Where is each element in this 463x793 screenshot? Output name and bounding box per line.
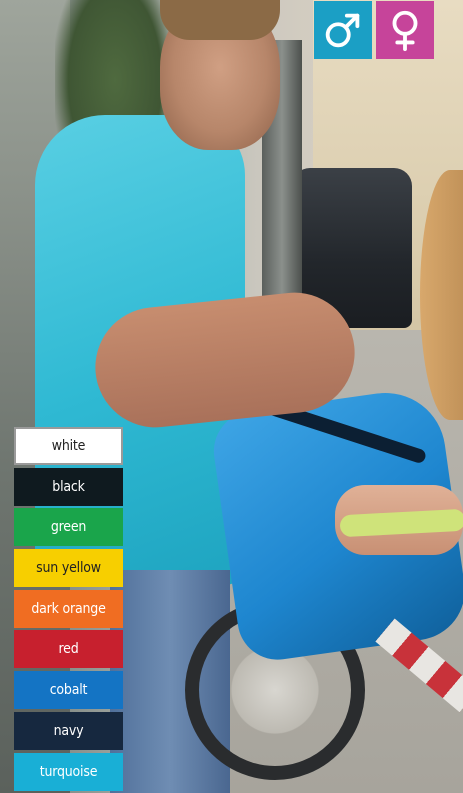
- color-swatch-dark-orange[interactable]: dark orange: [14, 589, 123, 628]
- male-symbol-icon-glyph: [325, 13, 360, 48]
- color-swatch-list: white black green sun yellow dark orange red c…: [14, 427, 123, 793]
- color-swatch-navy[interactable]: navy: [14, 711, 123, 750]
- product-photo: white black green sun yellow dark orange red c…: [0, 0, 463, 793]
- color-swatch-sun-yellow[interactable]: sun yellow: [14, 549, 123, 588]
- female-symbol-icon-glyph: [392, 10, 418, 52]
- color-swatch-white[interactable]: white: [14, 427, 123, 465]
- color-swatch-turquoise[interactable]: turquoise: [14, 752, 123, 791]
- color-swatch-cobalt[interactable]: cobalt: [14, 671, 123, 710]
- color-swatch-black[interactable]: black: [14, 467, 123, 506]
- color-swatch-green[interactable]: green: [14, 508, 123, 547]
- male-symbol-icon[interactable]: [314, 1, 372, 59]
- color-swatch-red[interactable]: red: [14, 630, 123, 669]
- model-hair: [160, 0, 280, 40]
- female-symbol-icon[interactable]: [376, 1, 434, 59]
